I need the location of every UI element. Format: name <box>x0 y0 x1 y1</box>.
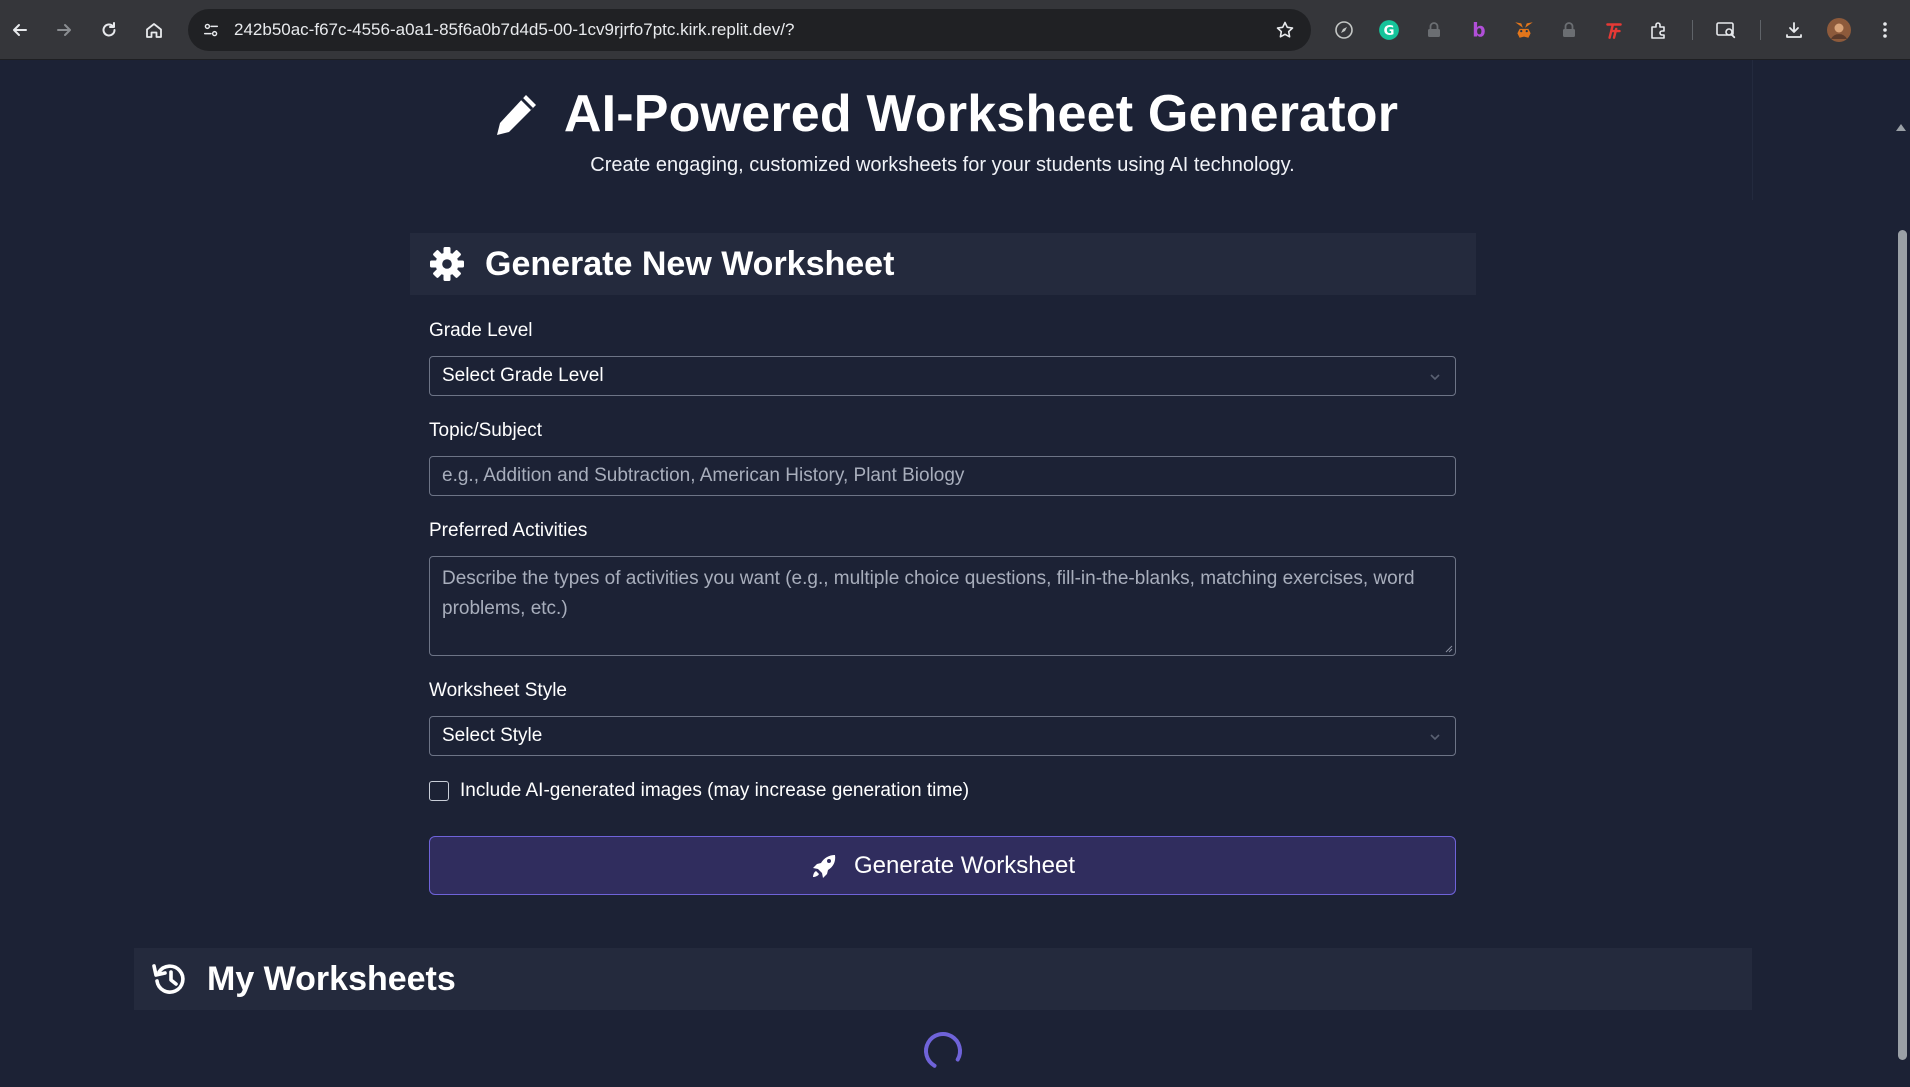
page-title-heading: AI-Powered Worksheet Generator <box>492 84 1398 144</box>
page-subtitle: Create engaging, customized worksheets f… <box>590 154 1295 176</box>
page-header: AI-Powered Worksheet Generator <box>0 84 1890 144</box>
scroll-up-icon[interactable] <box>1896 124 1906 131</box>
chevron-down-icon <box>1430 374 1440 381</box>
url-text[interactable]: 242b50ac-f67c-4556-a0a1-85f6a0b7d4d5-00-… <box>234 9 794 51</box>
forward-icon[interactable] <box>48 14 80 46</box>
style-value: Select Style <box>442 725 543 746</box>
back-icon[interactable] <box>4 14 36 46</box>
lock-extension-icon[interactable] <box>1556 17 1582 43</box>
download-icon[interactable] <box>1781 17 1807 43</box>
compass-extension-icon[interactable] <box>1331 17 1357 43</box>
grade-level-value: Select Grade Level <box>442 365 604 386</box>
page-title: AI-Powered Worksheet Generator <box>563 85 1399 143</box>
activities-placeholder: Describe the types of activities you wan… <box>442 568 1415 619</box>
gear-icon <box>430 247 464 281</box>
my-worksheets-header: My Worksheets <box>134 948 1752 1010</box>
images-checkbox-label[interactable]: Include AI-generated images (may increas… <box>460 780 969 802</box>
generate-worksheet-button[interactable]: Generate Worksheet <box>429 836 1456 895</box>
grammarly-extension-icon[interactable]: G <box>1376 17 1402 43</box>
activities-label: Preferred Activities <box>429 520 588 541</box>
loading-spinner-icon <box>924 1032 962 1070</box>
topic-label: Topic/Subject <box>429 420 543 441</box>
extensions-puzzle-icon[interactable] <box>1646 17 1672 43</box>
toolbar-separator <box>1760 20 1761 40</box>
toolbar-separator <box>1692 20 1693 40</box>
svg-text:G: G <box>1384 24 1395 39</box>
scrollbar-thumb[interactable] <box>1898 230 1907 1060</box>
reload-icon[interactable] <box>93 14 125 46</box>
address-bar[interactable]: 242b50ac-f67c-4556-a0a1-85f6a0b7d4d5-00-… <box>188 9 1311 51</box>
generate-worksheet-label: Generate Worksheet <box>853 851 1075 879</box>
browser-toolbar: 242b50ac-f67c-4556-a0a1-85f6a0b7d4d5-00-… <box>0 0 1910 60</box>
page-scrollbar[interactable] <box>1893 60 1910 1087</box>
chevron-down-icon <box>1430 734 1440 741</box>
metamask-extension-icon[interactable] <box>1511 17 1537 43</box>
bookmark-star-icon[interactable] <box>1275 20 1295 40</box>
style-select[interactable]: Select Style <box>429 716 1456 756</box>
grade-level-label: Grade Level <box>429 320 533 341</box>
grade-level-select[interactable]: Select Grade Level <box>429 356 1456 396</box>
svg-text:b: b <box>1472 21 1485 41</box>
resize-grip-icon[interactable] <box>1443 643 1453 653</box>
site-settings-icon[interactable] <box>200 19 222 41</box>
generate-card-title: Generate New Worksheet <box>485 244 895 283</box>
activities-textarea[interactable]: Describe the types of activities you wan… <box>429 556 1456 656</box>
menu-dots-icon[interactable] <box>1872 17 1898 43</box>
media-search-icon[interactable] <box>1713 17 1739 43</box>
red-extension-icon[interactable] <box>1601 17 1627 43</box>
topic-placeholder: e.g., Addition and Subtraction, American… <box>442 465 965 486</box>
b-extension-icon[interactable]: b <box>1466 17 1492 43</box>
style-label: Worksheet Style <box>429 680 567 701</box>
rocket-icon <box>812 854 836 878</box>
home-icon[interactable] <box>138 14 170 46</box>
pencil-icon <box>496 95 536 135</box>
lock-extension-icon[interactable] <box>1421 17 1447 43</box>
topic-input[interactable]: e.g., Addition and Subtraction, American… <box>429 456 1456 496</box>
images-checkbox[interactable] <box>429 781 449 801</box>
my-worksheets-title: My Worksheets <box>207 959 456 998</box>
profile-avatar-icon[interactable] <box>1826 17 1852 43</box>
generate-card-header: Generate New Worksheet <box>410 233 1476 295</box>
images-checkbox-row: Include AI-generated images (may increas… <box>429 780 969 802</box>
history-icon <box>152 964 185 994</box>
